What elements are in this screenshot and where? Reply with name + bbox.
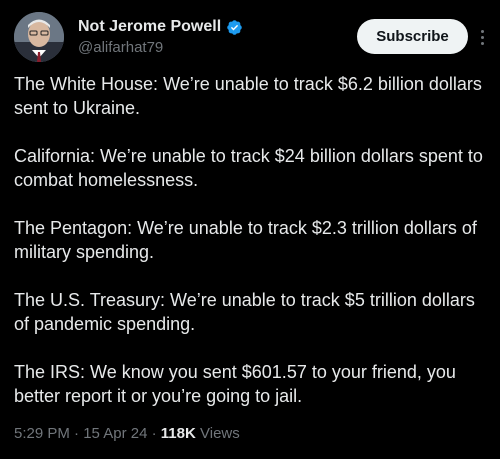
tweet-body: The White House: We’re unable to track $… — [14, 72, 490, 432]
display-name[interactable]: Not Jerome Powell — [78, 18, 221, 36]
more-vertical-icon[interactable] — [476, 24, 488, 50]
tweet-paragraph: The IRS: We know you sent $601.57 to you… — [14, 362, 456, 406]
display-name-row: Not Jerome Powell — [78, 16, 338, 38]
tweet-paragraph: California: We’re unable to track $24 bi… — [14, 146, 483, 190]
tweet-paragraph: The Pentagon: We’re unable to track $2.3… — [14, 218, 477, 262]
tweet-time[interactable]: 5:29 PM — [14, 425, 70, 442]
tweet-date[interactable]: 15 Apr 24 — [83, 425, 147, 442]
views-label: Views — [200, 425, 240, 442]
more-dot — [480, 29, 484, 33]
author-names: Not Jerome Powell @alifarhat79 — [78, 16, 338, 56]
tweet-meta: 5:29 PM · 15 Apr 24 · 118K Views — [14, 425, 240, 442]
meta-separator: · — [151, 425, 157, 442]
tweet-paragraph: The White House: We’re unable to track $… — [14, 74, 482, 118]
more-dot — [480, 35, 484, 39]
tweet-paragraph: The U.S. Treasury: We’re unable to track… — [14, 290, 475, 334]
subscribe-button[interactable]: Subscribe — [357, 19, 468, 54]
tweet-card: Not Jerome Powell @alifarhat79 Subscribe… — [0, 0, 500, 459]
views-count: 118K — [160, 425, 196, 442]
more-dot — [480, 41, 484, 45]
verified-badge-icon — [226, 19, 243, 36]
meta-separator: · — [74, 425, 80, 442]
author-handle[interactable]: @alifarhat79 — [78, 39, 338, 56]
tweet-header: Not Jerome Powell @alifarhat79 Subscribe — [14, 12, 488, 62]
avatar[interactable] — [14, 12, 64, 62]
